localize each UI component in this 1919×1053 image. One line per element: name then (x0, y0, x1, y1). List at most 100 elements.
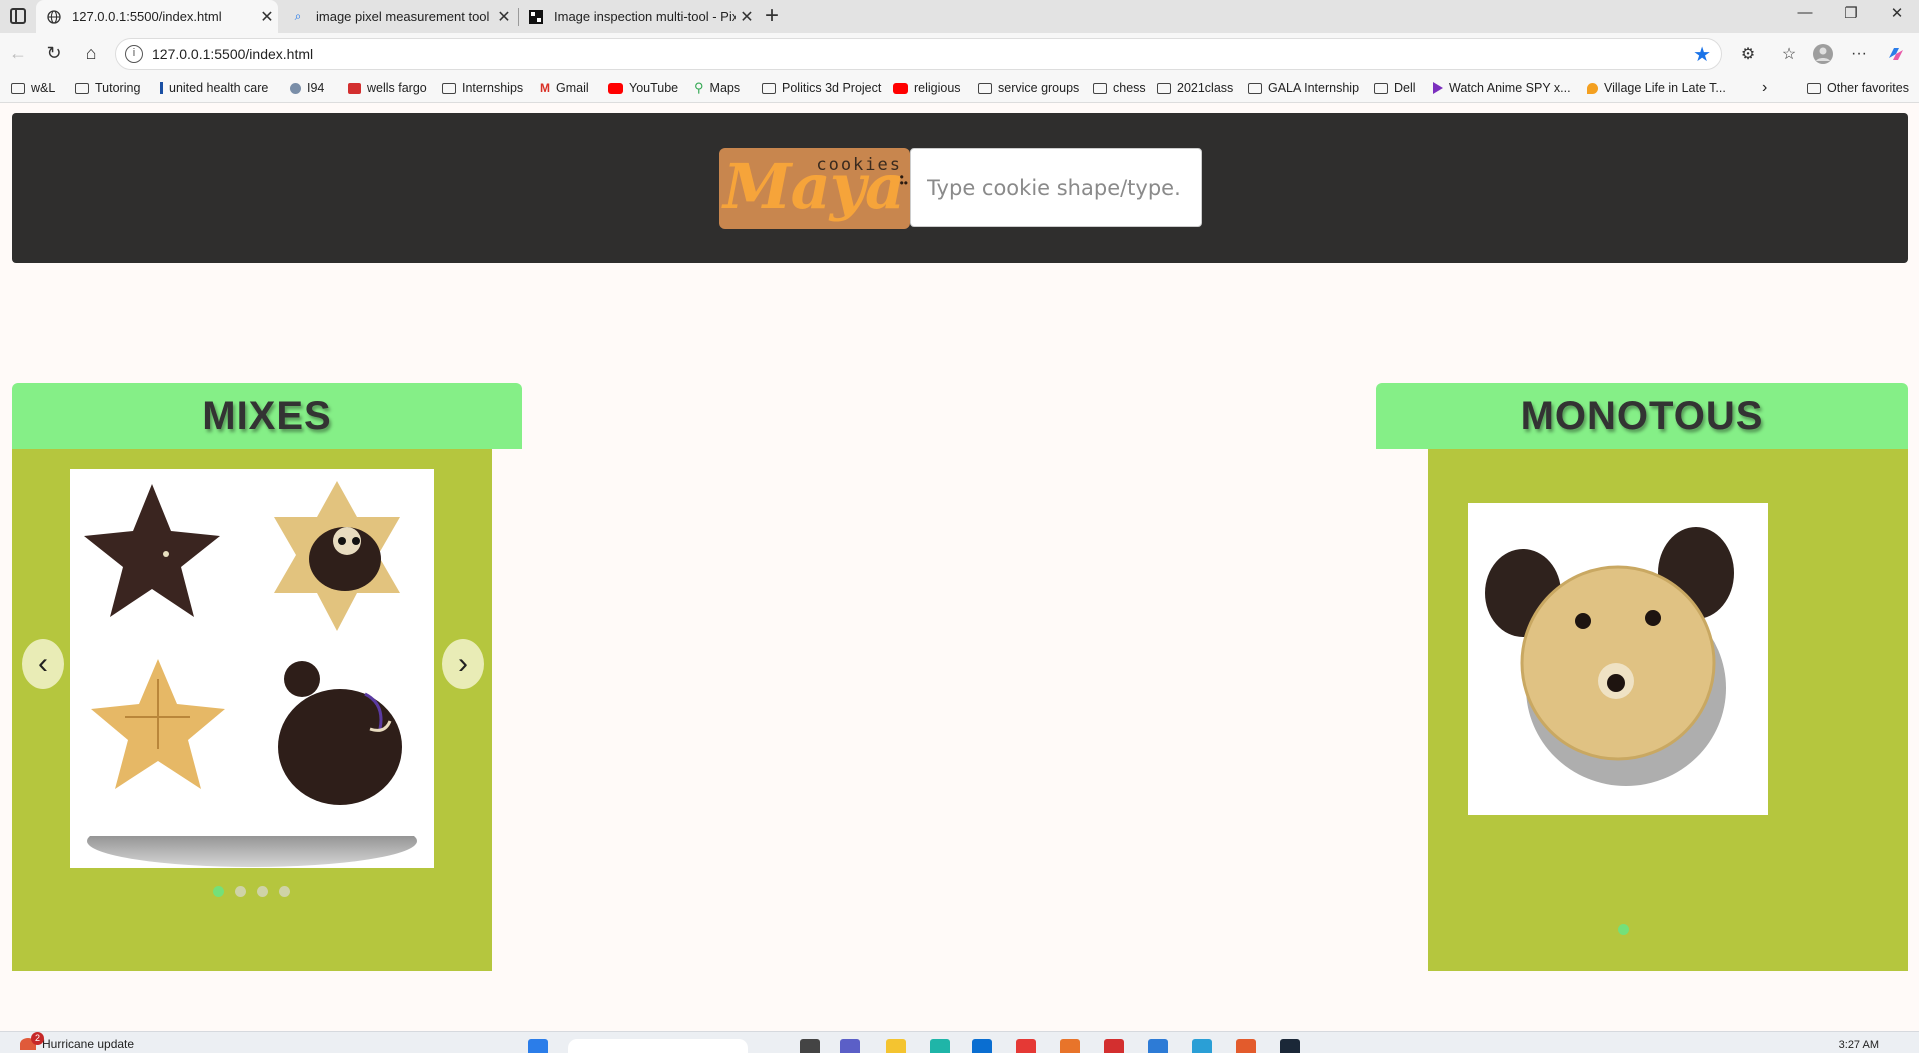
bookmark-label: Maps (709, 81, 741, 95)
tab-title: 127.0.0.1:5500/index.html (72, 9, 222, 24)
bookmark-favicon-icon (160, 82, 163, 94)
taskbar-search[interactable] (568, 1039, 748, 1053)
bookmark-item[interactable]: Internships (442, 79, 523, 97)
taskview-icon[interactable] (800, 1039, 820, 1053)
edge-icon[interactable] (930, 1039, 950, 1053)
chrome-icon[interactable] (1016, 1039, 1036, 1053)
restore-icon[interactable]: ❐ (1836, 4, 1866, 22)
bookmark-item[interactable]: Tutoring (75, 79, 140, 97)
weather-text: Hurricane update (42, 1037, 135, 1051)
bookmark-item[interactable]: Dell (1374, 79, 1416, 97)
explorer-icon[interactable] (886, 1039, 906, 1053)
monotous-carousel-dots (1618, 924, 1629, 935)
bookmark-label: Politics 3d Project (782, 81, 882, 95)
bookmarks-bar: Other favorites › w&L Tutoring united heal… (0, 75, 1919, 103)
vscode-icon[interactable] (1148, 1039, 1168, 1053)
bookmark-label: Dell (1394, 81, 1416, 95)
carousel-dot-2[interactable] (235, 886, 246, 897)
minimize-icon[interactable]: — (1790, 4, 1820, 21)
app-icon[interactable] (1060, 1039, 1080, 1053)
address-bar[interactable]: i 127.0.0.1:5500/index.html ★ (115, 38, 1722, 70)
maya-cookies-logo[interactable]: Maya cookies • •• (719, 148, 910, 229)
tab-pixel-tool[interactable]: ⌕ image pixel measurement tool - S ✕ (280, 0, 515, 33)
carousel-dot-1[interactable] (213, 886, 224, 897)
copilot-icon[interactable] (1885, 43, 1907, 65)
home-icon[interactable]: ⌂ (79, 41, 103, 65)
refresh-icon[interactable]: ↻ (42, 41, 66, 65)
app-icon[interactable] (1104, 1039, 1124, 1053)
bookmark-item[interactable]: GALA Internship (1248, 79, 1359, 97)
tab-actions-icon[interactable] (10, 8, 26, 24)
folder-icon (1157, 82, 1171, 94)
bookmark-item[interactable]: united health care (160, 79, 268, 97)
bookmark-item[interactable]: YouTube (608, 79, 678, 97)
mixes-slide-image (70, 469, 434, 868)
app-icon[interactable] (1236, 1039, 1256, 1053)
tab-image-inspection[interactable]: Image inspection multi-tool - Pix ✕ (518, 0, 758, 33)
weather-widget[interactable]: 2 Hurricane update (20, 1032, 135, 1051)
bookmark-label: wells fargo (367, 81, 427, 95)
carousel-prev-button[interactable]: ‹ (22, 639, 64, 689)
bookmark-favicon-icon (1587, 82, 1598, 94)
folder-icon (75, 82, 89, 94)
close-tab-icon[interactable]: ✕ (493, 7, 515, 27)
close-tab-icon[interactable]: ✕ (256, 7, 278, 27)
folder-icon (1093, 82, 1107, 94)
close-tab-icon[interactable]: ✕ (736, 7, 758, 27)
bookmark-item[interactable]: M Gmail (540, 79, 589, 97)
bookmark-label: Watch Anime SPY x... (1449, 81, 1571, 95)
bookmark-item[interactable]: Watch Anime SPY x... (1433, 79, 1571, 97)
globe-icon (46, 9, 62, 25)
folder-icon (1374, 82, 1388, 94)
bookmark-item[interactable]: wells fargo (348, 79, 427, 97)
bookmark-item[interactable]: Village Life in Late T... (1587, 79, 1726, 97)
weather-icon: 2 (20, 1032, 44, 1050)
bookmark-item[interactable]: religious (893, 79, 961, 97)
more-menu-icon[interactable]: ··· (1848, 43, 1870, 65)
back-icon[interactable]: ← (6, 41, 30, 65)
carousel-dot-1[interactable] (1618, 924, 1629, 935)
tab-localhost[interactable]: 127.0.0.1:5500/index.html ✕ (36, 0, 278, 33)
extensions-icon[interactable]: ⚙ (1737, 43, 1759, 65)
bookmark-item[interactable]: chess (1093, 79, 1146, 97)
mixes-title: MIXES (12, 383, 522, 449)
bookmark-item[interactable]: w&L (11, 79, 55, 97)
folder-icon (1248, 82, 1262, 94)
clock: 3:27 AM (1838, 1039, 1879, 1051)
other-favorites[interactable]: Other favorites (1807, 79, 1909, 97)
favorite-star-icon[interactable]: ★ (1693, 42, 1711, 67)
folder-icon (442, 82, 456, 94)
cookie-search-input[interactable] (910, 148, 1202, 227)
teams-icon[interactable] (840, 1039, 860, 1053)
favorites-icon[interactable]: ☆ (1778, 43, 1800, 65)
mixes-carousel: ‹ › (12, 449, 492, 971)
bookmark-label: YouTube (629, 81, 679, 95)
checker-icon (528, 9, 544, 25)
new-tab-icon[interactable]: + (765, 3, 779, 29)
bookmark-item[interactable]: ⚲ Maps (694, 79, 740, 97)
steam-icon[interactable] (1280, 1039, 1300, 1053)
url-text[interactable]: 127.0.0.1:5500/index.html (152, 46, 1693, 62)
mixes-carousel-dots (213, 886, 290, 897)
bookmark-item[interactable]: Politics 3d Project (762, 79, 881, 97)
profile-icon[interactable] (1812, 43, 1834, 65)
bookmarks-overflow-icon[interactable]: › (1762, 79, 1767, 97)
monotous-title: MONOTOUS (1376, 383, 1908, 449)
crumbs-icon: • •• (899, 170, 908, 190)
carousel-next-button[interactable]: › (442, 639, 484, 689)
bookmark-item[interactable]: 2021class (1157, 79, 1233, 97)
app-icon[interactable] (1192, 1039, 1212, 1053)
carousel-dot-3[interactable] (257, 886, 268, 897)
tab-title: Image inspection multi-tool - Pix (554, 9, 736, 24)
start-icon[interactable] (528, 1039, 548, 1053)
store-icon[interactable] (972, 1039, 992, 1053)
carousel-dot-4[interactable] (279, 886, 290, 897)
bookmark-item[interactable]: I94 (290, 79, 324, 97)
monotous-slide-image (1468, 503, 1768, 815)
logo-sub: cookies (816, 155, 902, 175)
bookmark-label: united health care (169, 81, 269, 95)
close-window-icon[interactable]: ✕ (1882, 4, 1912, 22)
bookmark-item[interactable]: service groups (978, 79, 1079, 97)
info-icon[interactable]: i (125, 45, 143, 63)
bookmark-label: 2021class (1177, 81, 1234, 95)
